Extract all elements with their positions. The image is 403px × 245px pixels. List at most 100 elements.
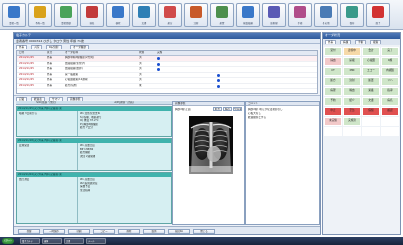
status-tab-0[interactable]: 外来 bbox=[325, 39, 337, 44]
toolbar-button-6[interactable]: 処方 bbox=[158, 3, 182, 27]
status-cell[interactable]: 中止 bbox=[324, 107, 342, 116]
status-tab-3[interactable]: 検査 bbox=[370, 39, 382, 44]
toolbar-button-3[interactable]: 病名 bbox=[80, 3, 104, 27]
status-cell[interactable]: 予約 bbox=[324, 97, 342, 106]
toolbar-button-0[interactable]: 患者一覧 bbox=[2, 3, 26, 27]
column-divider bbox=[77, 143, 78, 170]
toolbar-button-1[interactable]: 予約一覧 bbox=[28, 3, 52, 27]
soap-header-ap: A/P(評価・計画) bbox=[76, 101, 172, 105]
bottom-button-4[interactable]: 削除 bbox=[118, 228, 140, 234]
toolbar-button-7[interactable]: 注射 bbox=[184, 3, 208, 27]
soap-entry[interactable]: 2014/11/25(火) 外来 内科 記載者:東 咳嗽 3日前から #1 急性気管… bbox=[16, 106, 172, 137]
status-cell[interactable]: 採血 bbox=[324, 57, 342, 66]
toolbar-button-label: 検索 bbox=[115, 22, 121, 25]
treatment-icon bbox=[216, 6, 228, 18]
status-cell[interactable]: リハ bbox=[381, 77, 399, 86]
status-cell[interactable]: MRI bbox=[343, 67, 361, 76]
status-cell[interactable]: 栄養 bbox=[362, 87, 380, 96]
status-cell[interactable]: 病理 bbox=[324, 87, 342, 96]
status-cell[interactable]: 確認 bbox=[381, 107, 399, 116]
record-tab-0[interactable]: 外来 bbox=[16, 44, 28, 49]
taskbar-item-label: 画像 bbox=[44, 240, 49, 243]
viewer-header: 画像参照 bbox=[173, 102, 244, 106]
image-viewer-panel: 画像参照 胸部X線 正面 拡大 縮小 全画面 bbox=[172, 101, 245, 225]
status-tab-1[interactable]: 病棟 bbox=[340, 39, 352, 44]
status-cell[interactable]: CT bbox=[324, 67, 342, 76]
order-status-panel: オーダ状況 外来 病棟 手術 検査 受付 診察中 会計 完了 採血 尿検 心電図 X線 CT MRI エコ… bbox=[322, 32, 401, 235]
toolbar-button-5[interactable]: 文書 bbox=[132, 3, 156, 27]
main-toolbar: 患者一覧 予約一覧 患者登録 病名 検索 文書 処方 注射 処置 検査依頼 放射線 手術 その他 保存 終了 bbox=[0, 0, 403, 30]
radiology-icon bbox=[268, 6, 280, 18]
toolbar-button-9[interactable]: 検査依頼 bbox=[236, 3, 260, 27]
status-cell[interactable]: 内視鏡 bbox=[381, 67, 399, 76]
status-cell[interactable]: 処方 bbox=[324, 77, 342, 86]
status-cell[interactable] bbox=[343, 127, 361, 136]
status-cell[interactable]: 紹介 bbox=[343, 97, 361, 106]
status-cell[interactable]: 完了 bbox=[381, 47, 399, 56]
status-cell[interactable]: 文書 bbox=[362, 97, 380, 106]
status-grid: 受付 診察中 会計 完了採血 尿検 心電図 X線 CT MRI エコー 内視鏡処方 注射 処置 リハ病理輸… bbox=[324, 47, 400, 233]
status-cell[interactable]: 保留 bbox=[362, 107, 380, 116]
status-cell[interactable]: 受付 bbox=[324, 47, 342, 56]
status-cell[interactable]: 輸血 bbox=[343, 87, 361, 96]
order-date: 2014/11/25 bbox=[19, 56, 34, 59]
toolbar-button-11[interactable]: 手術 bbox=[288, 3, 312, 27]
status-cell[interactable]: エコー bbox=[362, 67, 380, 76]
chart-window: 電子カルテ 患者番号 0000314 ひがし タロウ 男性 年齢 71歳 外来入… bbox=[13, 32, 321, 235]
status-cell[interactable]: 実施済 bbox=[343, 117, 361, 126]
status-cell[interactable]: 心電図 bbox=[362, 57, 380, 66]
bottom-button-3[interactable]: コピー bbox=[93, 228, 115, 234]
bottom-button-1[interactable]: 一時保存 bbox=[43, 228, 65, 234]
status-tab-2[interactable]: 手術 bbox=[355, 39, 367, 44]
status-cell[interactable]: 指導 bbox=[381, 87, 399, 96]
taskbar-item[interactable]: メール bbox=[86, 238, 106, 244]
status-cell[interactable] bbox=[362, 127, 380, 136]
status-cell[interactable]: 尿検 bbox=[343, 57, 361, 66]
toolbar-button-12[interactable]: その他 bbox=[314, 3, 338, 27]
soap-entry[interactable]: 2014/11/18(火) 外来 内科 記載者:東 定期受診 #1 高血圧症 BP 1… bbox=[16, 138, 172, 171]
toolbar-button-label: 文書 bbox=[141, 22, 147, 25]
table-row[interactable]: 2014/11/25 外来 処方(院外) 未 bbox=[17, 84, 317, 89]
toolbar-button-13[interactable]: 保存 bbox=[340, 3, 364, 27]
toolbar-button-14[interactable]: 終了 bbox=[366, 3, 390, 27]
order-name: 心電図検査(12誘導) bbox=[65, 78, 89, 81]
status-cell[interactable]: 診察中 bbox=[343, 47, 361, 56]
viewer-tool-button[interactable]: 全画面 bbox=[233, 107, 242, 111]
taskbar-item[interactable]: 文書 bbox=[64, 238, 84, 244]
status-cell[interactable] bbox=[324, 127, 342, 136]
toolbar-button-2[interactable]: 患者登録 bbox=[54, 3, 78, 27]
status-cell[interactable]: 会計 bbox=[362, 47, 380, 56]
toolbar-button-8[interactable]: 処置 bbox=[210, 3, 234, 27]
comment-line: 心拡大なし bbox=[248, 112, 261, 115]
status-cell[interactable]: 注射 bbox=[343, 77, 361, 86]
toolbar-button-10[interactable]: 放射線 bbox=[262, 3, 286, 27]
bottom-button-2[interactable]: 印刷 bbox=[68, 228, 90, 234]
record-tab-2[interactable]: Rp/注射 bbox=[46, 44, 62, 49]
status-cell[interactable]: 未実施 bbox=[324, 117, 342, 126]
record-tab-1[interactable]: 入院 bbox=[31, 44, 43, 49]
comment-line: 胸部X線: 明らかな浸潤影なし bbox=[248, 108, 283, 111]
toolbar-button-4[interactable]: 検索 bbox=[106, 3, 130, 27]
order-status: 済 bbox=[139, 67, 142, 70]
viewer-tool-button[interactable]: 拡大 bbox=[213, 107, 222, 111]
status-cell[interactable] bbox=[381, 127, 399, 136]
bottom-button-0[interactable]: 登録 bbox=[18, 228, 40, 234]
bottom-button-6[interactable]: 前回Do bbox=[168, 228, 190, 234]
patient-list-icon bbox=[8, 6, 20, 18]
status-cell[interactable]: 病名 bbox=[381, 97, 399, 106]
order-date: 2014/11/25 bbox=[19, 78, 34, 81]
bottom-button-7[interactable]: 閉じる bbox=[193, 228, 215, 234]
status-cell[interactable] bbox=[381, 117, 399, 126]
viewer-tool-button[interactable]: 縮小 bbox=[223, 107, 232, 111]
bottom-button-5[interactable]: 取消 bbox=[143, 228, 165, 234]
taskbar-item[interactable]: 画像 bbox=[42, 238, 62, 244]
taskbar-item[interactable]: 電子カルテ bbox=[20, 238, 40, 244]
start-button[interactable]: スタート bbox=[2, 238, 14, 244]
status-cell[interactable]: 至急 bbox=[343, 107, 361, 116]
status-cell[interactable]: 処置 bbox=[362, 77, 380, 86]
status-cell[interactable]: X線 bbox=[381, 57, 399, 66]
status-cell[interactable] bbox=[362, 117, 380, 126]
record-tab-3[interactable]: オーダ履歴 bbox=[70, 44, 89, 49]
chest-xray-image[interactable] bbox=[189, 116, 233, 174]
soap-entry[interactable]: 2014/11/04(火) 外来 内科 記載者:東 血圧測定 #1 高血圧症 #2 脂… bbox=[16, 172, 172, 224]
